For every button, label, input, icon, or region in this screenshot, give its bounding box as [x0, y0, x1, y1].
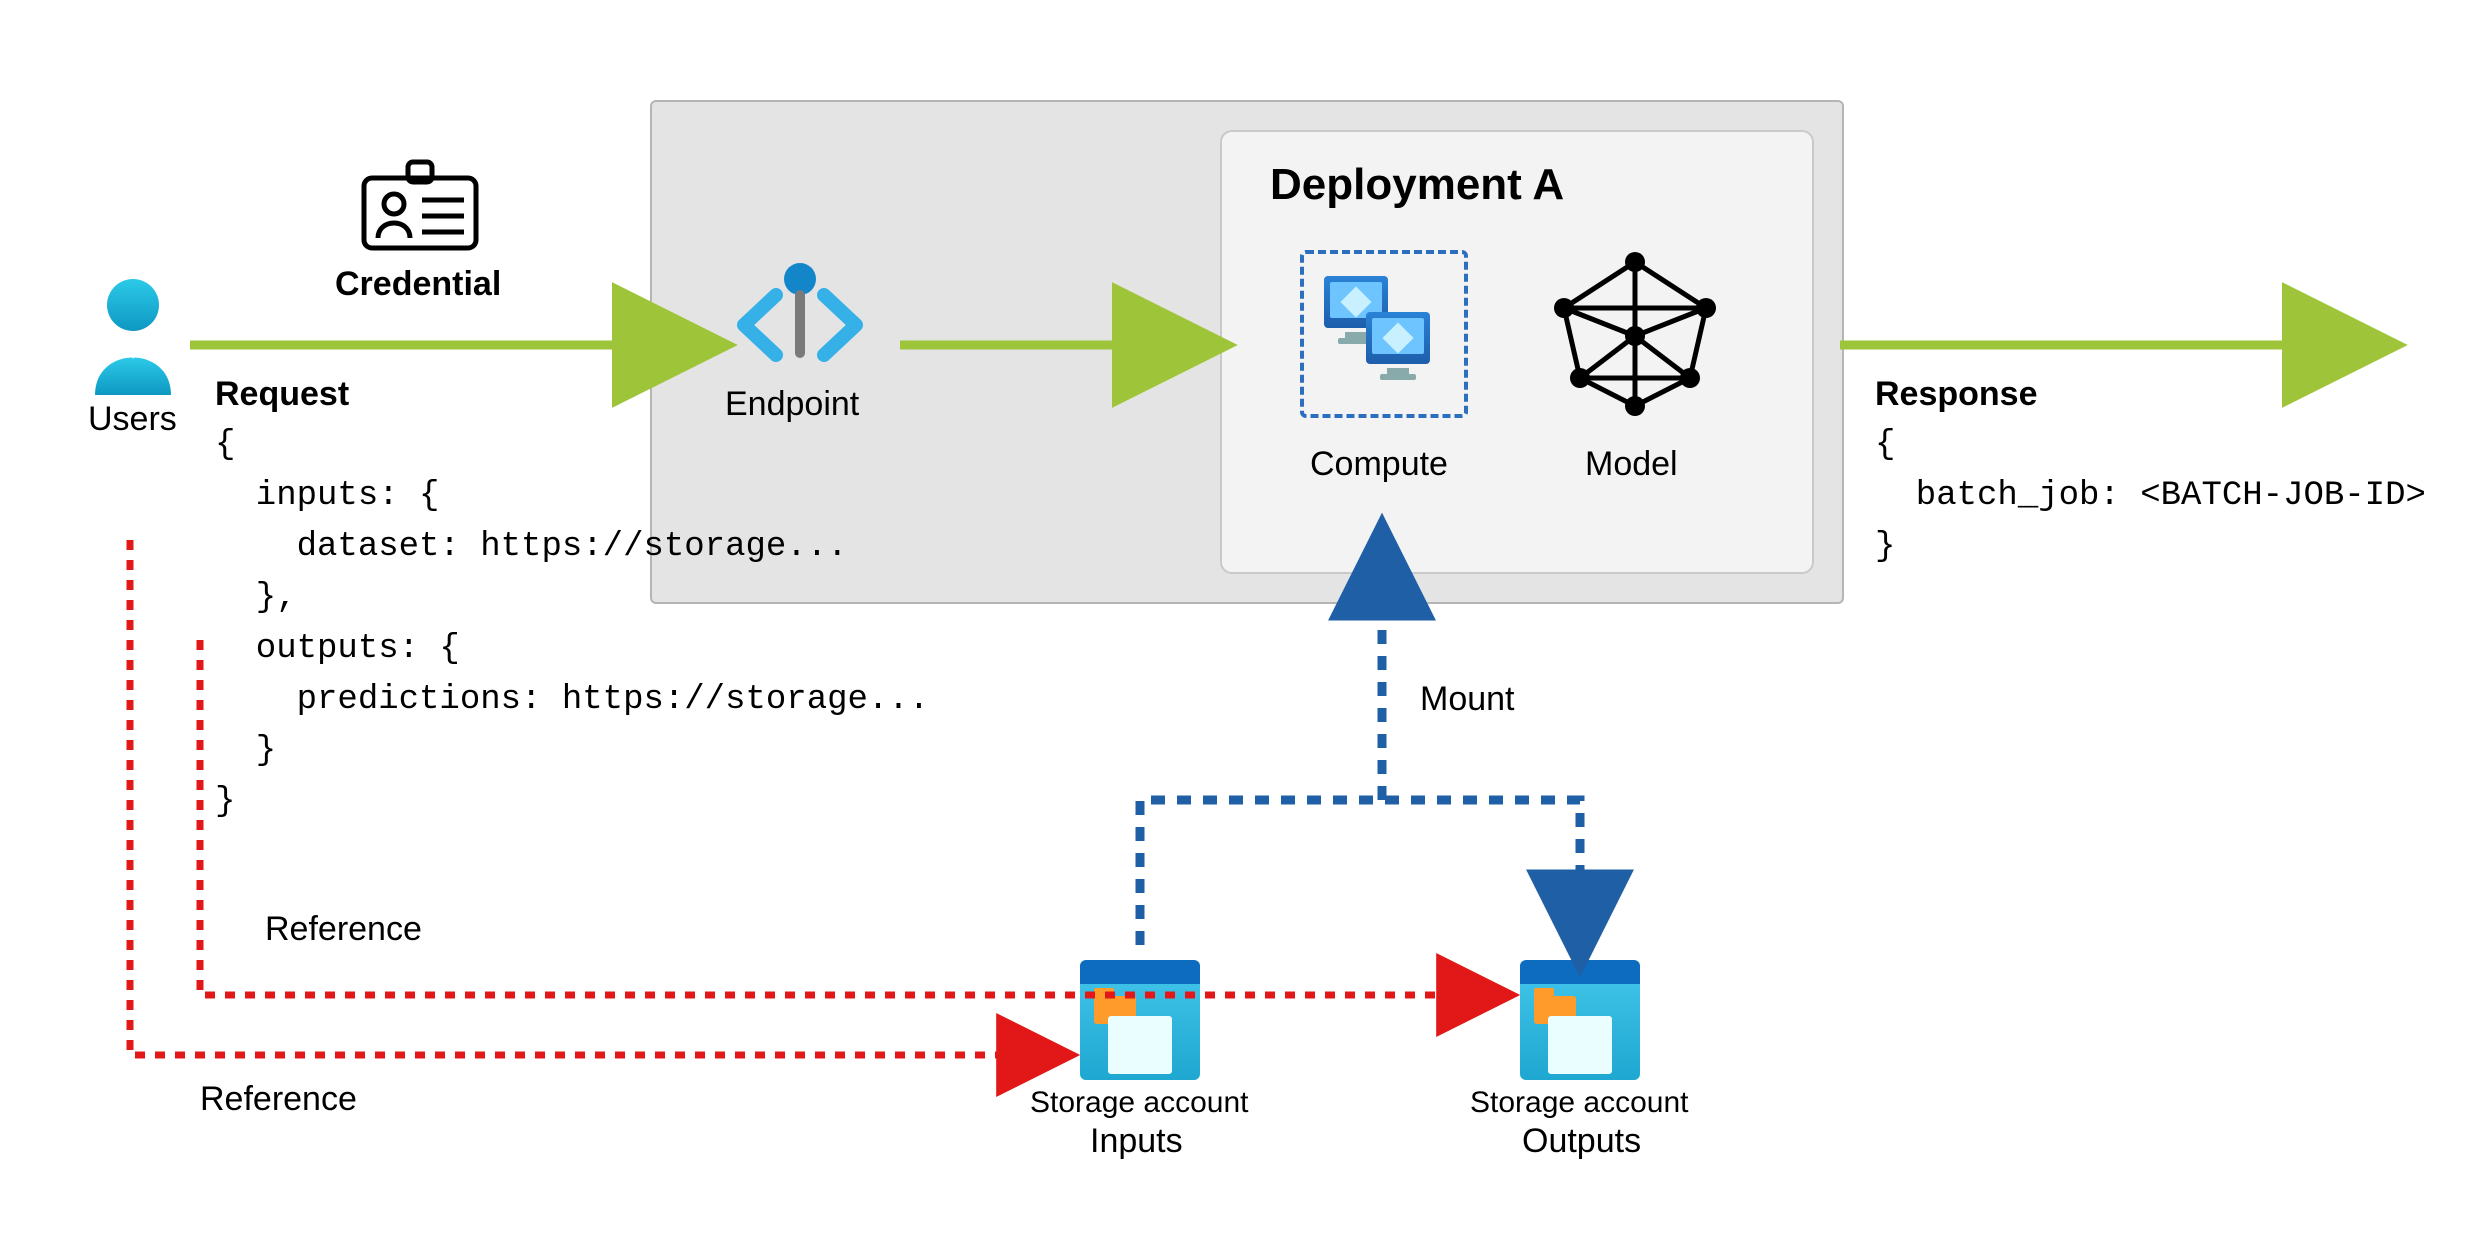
diagram-stage: Deployment A Users Credential Request — [0, 0, 2473, 1236]
connectors — [0, 0, 2473, 1236]
reference-to-inputs — [130, 540, 1055, 1055]
mount-connector-up — [1140, 800, 1580, 945]
reference-to-outputs — [200, 640, 1495, 995]
